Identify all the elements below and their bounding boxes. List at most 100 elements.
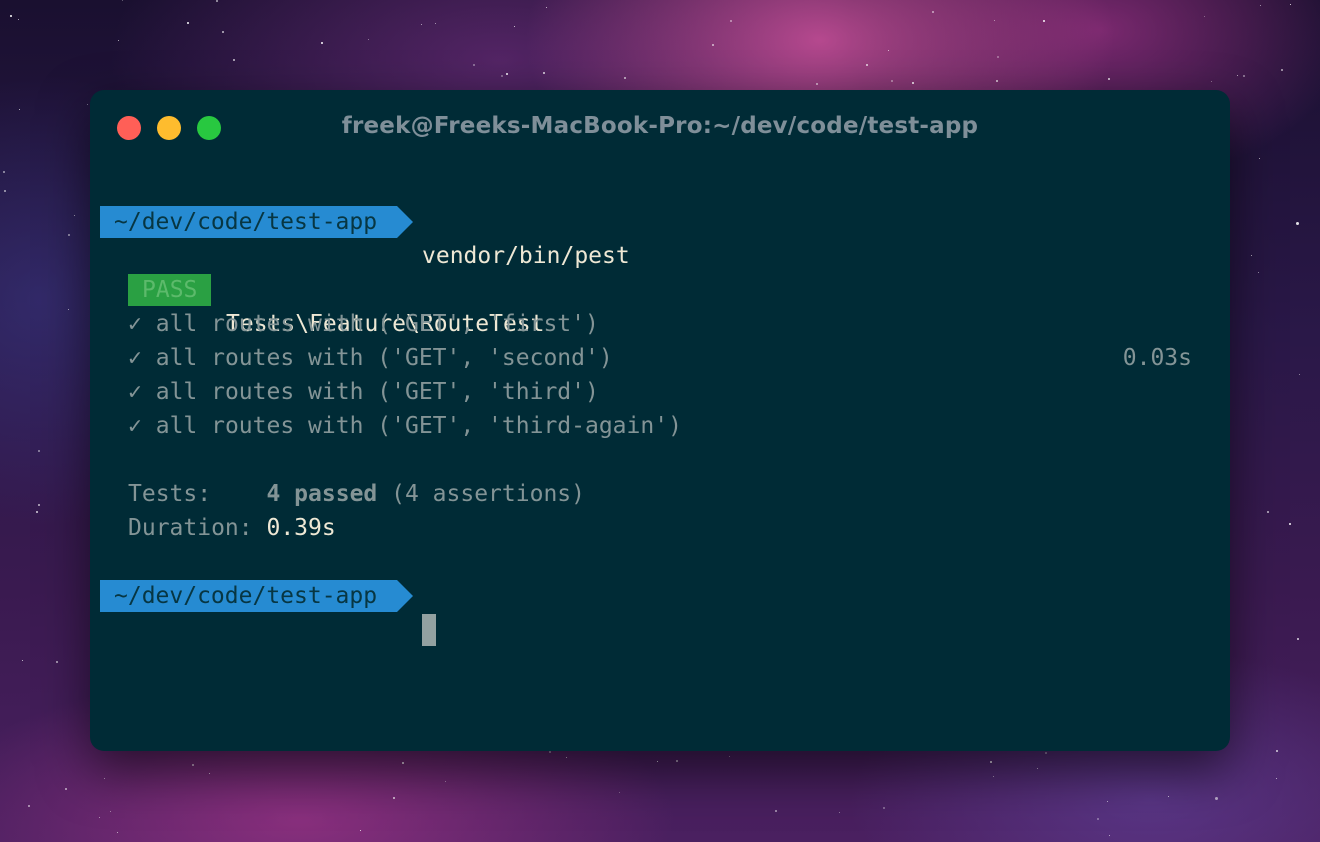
star <box>1107 801 1108 802</box>
test-row: ✓ all routes with ('GET', 'third-again') <box>90 375 1230 439</box>
star <box>110 811 111 812</box>
prompt-path: ~/dev/code/test-app <box>100 580 414 612</box>
star <box>393 797 395 799</box>
test-row: ✓ all routes with ('GET', 'third') <box>90 341 1230 405</box>
star <box>932 11 934 13</box>
star <box>192 764 194 766</box>
star <box>122 0 123 1</box>
star <box>1037 768 1038 769</box>
star <box>1297 638 1299 640</box>
star <box>421 24 422 25</box>
star <box>187 22 189 24</box>
star <box>435 23 436 24</box>
star <box>866 64 868 66</box>
star <box>891 80 893 82</box>
star <box>1296 222 1299 225</box>
star <box>883 807 885 809</box>
star <box>1281 69 1283 71</box>
star <box>1211 81 1212 82</box>
star <box>1109 835 1110 836</box>
star <box>38 504 40 506</box>
star <box>68 309 69 310</box>
star <box>216 0 218 2</box>
star <box>997 56 999 58</box>
test-label: all routes with ('GET', 'third-again') <box>155 413 682 439</box>
star <box>888 50 889 51</box>
star <box>65 788 67 790</box>
star <box>87 104 88 105</box>
star <box>19 109 20 110</box>
star <box>549 751 551 753</box>
star <box>38 450 40 452</box>
summary-duration: Duration: 0.39s <box>90 477 1230 541</box>
star <box>1260 5 1261 6</box>
star <box>1204 16 1205 17</box>
star <box>368 39 369 40</box>
star <box>712 44 714 46</box>
star <box>74 215 75 216</box>
star <box>775 810 777 812</box>
star <box>56 661 58 663</box>
star <box>1097 818 1099 820</box>
prompt-path: ~/dev/code/test-app <box>100 206 414 238</box>
suite-header: PASS Tests\Feature\RouteTest <box>90 240 1230 337</box>
star <box>1267 511 1269 513</box>
star <box>1215 797 1218 800</box>
star <box>816 83 818 85</box>
star <box>993 776 994 777</box>
star <box>1259 158 1260 159</box>
star <box>1258 272 1259 273</box>
star <box>839 812 840 813</box>
star <box>402 762 404 764</box>
star <box>222 31 224 33</box>
check-icon: ✓ <box>128 413 142 439</box>
star <box>118 40 119 41</box>
star <box>676 760 678 762</box>
text-cursor[interactable] <box>422 614 436 646</box>
star <box>36 511 38 513</box>
star <box>1043 20 1045 22</box>
star <box>624 77 626 79</box>
star <box>117 832 118 833</box>
star <box>28 805 30 807</box>
star <box>1251 255 1252 256</box>
star <box>619 792 620 793</box>
summary-tests: Tests: 4 passed (4 assertions) <box>90 443 1230 507</box>
star <box>18 19 19 20</box>
star <box>506 73 508 75</box>
star <box>657 761 658 762</box>
star <box>1289 523 1291 525</box>
star <box>546 7 547 8</box>
prompt-line-1: ~/dev/code/test-app vendor/bin/pest <box>90 172 1230 269</box>
star <box>1276 750 1278 752</box>
star <box>996 80 998 82</box>
star <box>1045 752 1047 754</box>
star <box>445 781 446 782</box>
star <box>912 82 914 84</box>
test-row: ✓ all routes with ('GET', 'second') <box>90 307 1230 371</box>
star <box>990 761 992 763</box>
star <box>4 190 6 192</box>
star <box>3 171 5 173</box>
star <box>473 64 475 66</box>
star <box>1290 4 1291 5</box>
star <box>22 660 23 661</box>
star <box>566 757 567 758</box>
duration-label: Duration: <box>128 515 253 541</box>
star <box>1276 778 1277 779</box>
star <box>729 756 730 757</box>
prompt-line-2: ~/dev/code/test-app <box>90 546 1230 646</box>
star <box>10 15 12 17</box>
star <box>68 234 70 236</box>
star <box>501 75 503 77</box>
star <box>360 830 361 831</box>
star <box>1299 374 1300 375</box>
star <box>321 42 323 44</box>
terminal-window[interactable]: freek@Freeks-MacBook-Pro:~/dev/code/test… <box>90 90 1230 751</box>
star <box>99 817 100 818</box>
terminal-content[interactable]: ~/dev/code/test-app vendor/bin/pest PASS… <box>90 90 1230 751</box>
star <box>1243 75 1245 77</box>
star <box>104 778 105 779</box>
star <box>1108 78 1110 80</box>
star <box>1237 75 1238 76</box>
